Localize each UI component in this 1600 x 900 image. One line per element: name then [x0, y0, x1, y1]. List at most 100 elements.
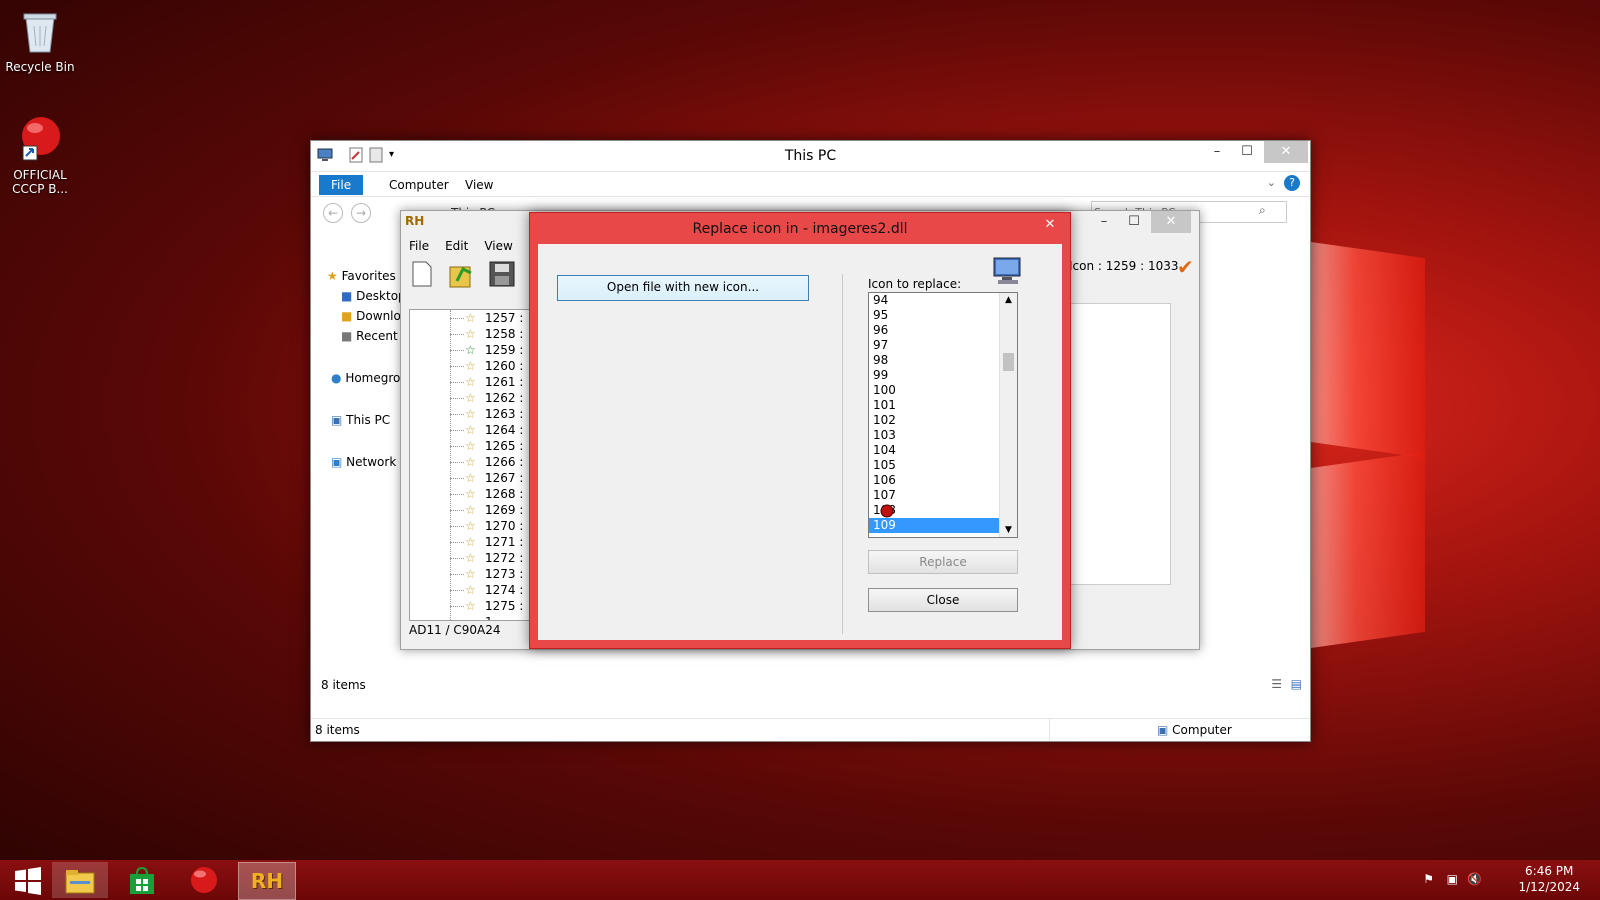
icon-list-item[interactable]: 101: [869, 398, 1017, 413]
tree-item[interactable]: ☆ 1262 : 1: [410, 390, 530, 421]
open-file-icon[interactable]: [449, 261, 475, 292]
forward-button[interactable]: →: [351, 203, 371, 223]
replace-button[interactable]: Replace: [868, 550, 1018, 574]
menu-view[interactable]: View: [476, 235, 520, 257]
listbox-scrollbar[interactable]: ▲ ▼: [999, 293, 1017, 537]
cccp-shortcut-desktop-icon[interactable]: OFFICIAL CCCP B...: [0, 116, 80, 196]
nav-this-pc[interactable]: ▣ This PC: [321, 410, 411, 430]
star-icon: ☆: [465, 551, 476, 565]
icon-list-item[interactable]: 107: [869, 488, 1017, 503]
minimize-button[interactable]: –: [1202, 141, 1232, 163]
tree-item-label: 1275 : 1: [485, 599, 524, 620]
icon-list-item[interactable]: 103: [869, 428, 1017, 443]
scroll-up-icon[interactable]: ▲: [1000, 293, 1017, 307]
close-button-dialog[interactable]: Close: [868, 588, 1018, 612]
icon-list-item[interactable]: 96: [869, 323, 1017, 338]
nav-favorites[interactable]: ★ Favorites: [321, 266, 411, 286]
save-icon[interactable]: [489, 261, 515, 290]
tree-item[interactable]: ☆ 1268 : 1: [410, 486, 530, 517]
tree-item[interactable]: ☆ 1270 : 1: [410, 518, 530, 549]
star-icon: ☆: [465, 471, 476, 485]
tree-item[interactable]: ☆ 1261 : 1: [410, 374, 530, 405]
icon-list-item[interactable]: 104: [869, 443, 1017, 458]
details-view-icon[interactable]: ☰: [1271, 677, 1282, 691]
recycle-bin-desktop-icon[interactable]: Recycle Bin: [0, 8, 80, 74]
tree-item[interactable]: ☆ 1260 : 1: [410, 358, 530, 389]
close-button[interactable]: ✕: [1264, 141, 1308, 163]
icon-list-item[interactable]: 102: [869, 413, 1017, 428]
volume-muted-icon[interactable]: 🔇: [1467, 872, 1482, 886]
tree-item[interactable]: ☆ 1263 : 1: [410, 406, 530, 437]
tree-item[interactable]: ☆ 1266 : 1: [410, 454, 530, 485]
rh-maximize-button[interactable]: ☐: [1119, 211, 1149, 233]
tree-connector: [450, 430, 464, 431]
tab-file[interactable]: File: [319, 175, 364, 195]
ribbon-expand-icon[interactable]: ⌄: [1267, 176, 1276, 189]
compile-check-icon[interactable]: ✔: [1177, 255, 1194, 279]
taskbar-store[interactable]: [114, 862, 170, 898]
dialog-close-icon[interactable]: ✕: [1036, 215, 1064, 235]
nav-desktop[interactable]: ■ Desktop: [321, 286, 411, 306]
tray-clock[interactable]: 6:46 PM 1/12/2024: [1518, 863, 1580, 895]
tree-connector: [450, 350, 464, 351]
nav-network[interactable]: ▣ Network: [321, 452, 411, 472]
tree-item[interactable]: ☆ 1259 : 1: [410, 342, 530, 373]
red-ball-shortcut-icon: [0, 116, 80, 165]
large-icons-view-icon[interactable]: ▤: [1291, 677, 1302, 691]
rh-minimize-button[interactable]: –: [1089, 211, 1119, 233]
nav-downloads[interactable]: ■ Downloads: [321, 306, 411, 326]
new-file-icon[interactable]: [411, 261, 433, 290]
scroll-down-icon[interactable]: ▼: [1000, 523, 1017, 537]
icon-list-item[interactable]: 94: [869, 293, 1017, 308]
scroll-thumb[interactable]: [1003, 353, 1014, 371]
menu-edit[interactable]: Edit: [437, 235, 476, 257]
tree-connector: [450, 558, 464, 559]
rh-close-button[interactable]: ✕: [1151, 211, 1191, 233]
taskbar-cccp-app[interactable]: [176, 862, 232, 898]
icon-list-item[interactable]: 95: [869, 308, 1017, 323]
tree-item[interactable]: ☆ 1269 : 1: [410, 502, 530, 533]
tree-item[interactable]: ☆ 1264 : 1: [410, 422, 530, 453]
open-file-with-new-icon-button[interactable]: Open file with new icon...: [557, 275, 809, 301]
nav-homegroup[interactable]: ● Homegroup: [321, 368, 411, 388]
tree-item[interactable]: ☆ 1271 : 1: [410, 534, 530, 565]
nav-recent[interactable]: ■ Recent places: [321, 326, 411, 346]
star-icon: ☆: [465, 439, 476, 453]
tree-item[interactable]: ☆ 1273 : 1: [410, 566, 530, 597]
tree-item[interactable]: ☆ 1272 : 1: [410, 550, 530, 581]
tab-view[interactable]: View: [453, 175, 505, 195]
tree-connector: [450, 382, 464, 383]
tree-item[interactable]: ☆ 1265 : 1: [410, 438, 530, 469]
ribbon-tabs: File Computer View ⌄ ?: [311, 172, 1310, 196]
tree-item[interactable]: ☆ 1275 : 1: [410, 598, 530, 620]
icon-listbox[interactable]: 9495969798991001011021031041051061071081…: [868, 292, 1018, 538]
tree-connector: [450, 366, 464, 367]
action-center-flag-icon[interactable]: ⚑: [1423, 872, 1434, 886]
tab-computer[interactable]: Computer: [377, 175, 461, 195]
star-icon: ☆: [465, 455, 476, 469]
icon-list-item[interactable]: 106: [869, 473, 1017, 488]
resource-tree[interactable]: ☆ 1257 : 1 ☆ 1258 : 1 ☆ 1259 : 1 ☆ 1260 : 1 ☆ 126…: [409, 309, 531, 621]
rh-status-bar: AD11 / C90A24: [409, 623, 501, 637]
tree-item[interactable]: ☆ 1257 : 1: [410, 310, 530, 341]
icon-list-item[interactable]: 99: [869, 368, 1017, 383]
store-icon: [127, 866, 157, 899]
tree-item[interactable]: ☆ 1267 : 1: [410, 470, 530, 501]
maximize-button[interactable]: ☐: [1232, 141, 1262, 163]
footer-computer-icon: ▣ Computer: [1157, 723, 1232, 737]
taskbar-resource-hacker[interactable]: RH: [238, 862, 296, 900]
icon-list-item[interactable]: 100: [869, 383, 1017, 398]
star-icon: ☆: [465, 567, 476, 581]
back-button[interactable]: ←: [323, 203, 343, 223]
icon-list-item[interactable]: 97: [869, 338, 1017, 353]
help-icon[interactable]: ?: [1284, 175, 1300, 191]
taskbar-file-explorer[interactable]: [52, 862, 108, 898]
start-button[interactable]: [0, 862, 56, 898]
icon-list-item[interactable]: 98: [869, 353, 1017, 368]
network-tray-icon[interactable]: ▣: [1447, 872, 1458, 886]
tree-item[interactable]: ☆ 1258 : 1: [410, 326, 530, 357]
menu-file[interactable]: File: [401, 235, 437, 257]
icon-list-item[interactable]: 105: [869, 458, 1017, 473]
cursor-icon: [880, 504, 894, 521]
tree-item[interactable]: ☆ 1274 : 1: [410, 582, 530, 613]
